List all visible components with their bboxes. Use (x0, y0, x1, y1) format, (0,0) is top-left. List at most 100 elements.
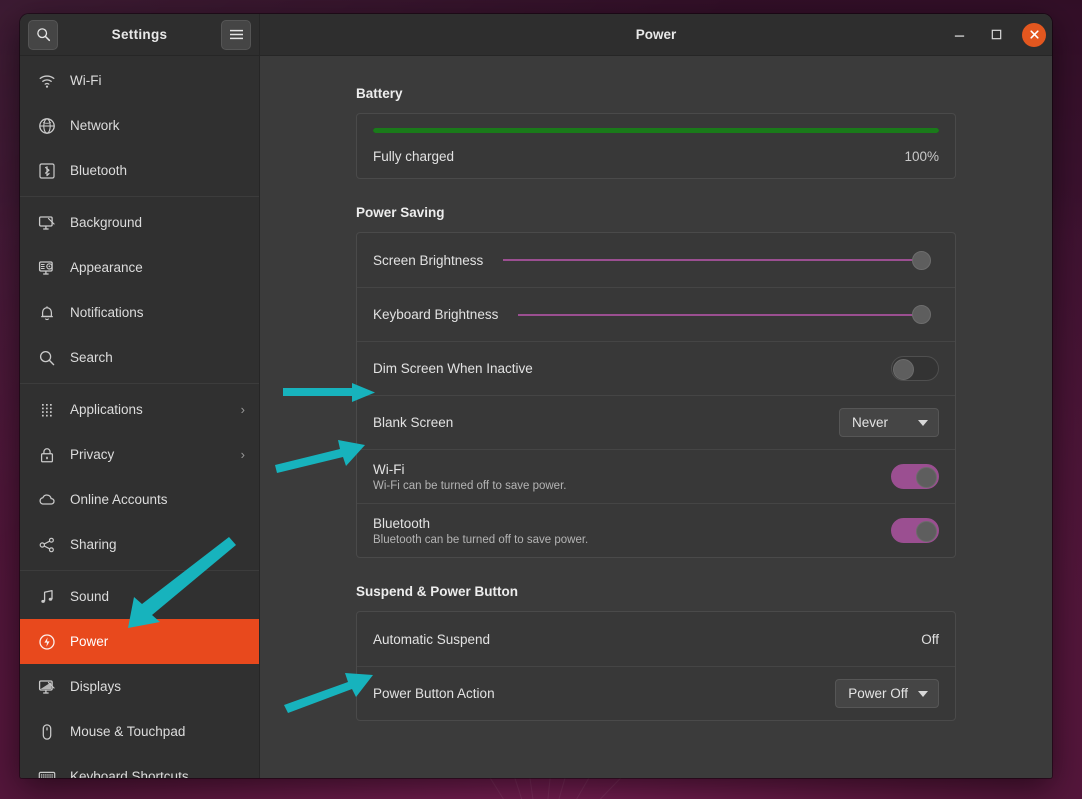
screen-brightness-slider[interactable] (503, 248, 931, 272)
sidebar-item-keyboard-shortcuts[interactable]: Keyboard Shortcuts (20, 754, 259, 778)
share-icon (38, 536, 56, 554)
wifi-icon (38, 72, 56, 90)
sidebar-item-label: Search (70, 350, 245, 365)
sidebar-item-wi-fi[interactable]: Wi-Fi (20, 58, 259, 103)
sidebar-item-power[interactable]: Power (20, 619, 259, 664)
row-dim-screen: Dim Screen When Inactive (357, 341, 955, 395)
mouse-icon (38, 723, 56, 741)
blank-screen-value: Never (852, 415, 888, 430)
slider-handle[interactable] (912, 251, 931, 270)
sidebar-item-label: Keyboard Shortcuts (70, 769, 245, 778)
minimize-button[interactable] (948, 24, 970, 46)
sidebar-item-sharing[interactable]: Sharing (20, 522, 259, 567)
sidebar-item-sound[interactable]: Sound (20, 574, 259, 619)
sidebar-separator (20, 196, 259, 197)
grid-icon (38, 401, 56, 419)
search-icon (38, 349, 56, 367)
search-icon (36, 27, 51, 42)
bluetooth-icon (38, 162, 56, 180)
suspend-card: Automatic Suspend Off Power Button Actio… (356, 611, 956, 721)
toggle-knob (916, 467, 937, 488)
bluetooth-toggle[interactable] (891, 518, 939, 543)
menu-button[interactable] (221, 20, 251, 50)
bell-icon (38, 304, 56, 322)
bluetooth-icon (38, 162, 56, 180)
sidebar-item-appearance[interactable]: Appearance (20, 245, 259, 290)
window-controls (948, 23, 1046, 47)
power-button-action-value: Power Off (848, 686, 908, 701)
row-bluetooth: Bluetooth Bluetooth can be turned off to… (357, 503, 955, 557)
row-power-button-action: Power Button Action Power Off (357, 666, 955, 720)
sidebar-item-label: Background (70, 215, 245, 230)
power-saving-section-title: Power Saving (356, 205, 956, 220)
sidebar-item-label: Sound (70, 589, 245, 604)
sidebar-separator (20, 383, 259, 384)
sidebar-item-applications[interactable]: Applications› (20, 387, 259, 432)
screen-brightness-label: Screen Brightness (373, 253, 483, 268)
lock-icon (38, 446, 56, 464)
sidebar-item-privacy[interactable]: Privacy› (20, 432, 259, 477)
sidebar-item-label: Bluetooth (70, 163, 245, 178)
sidebar-separator (20, 570, 259, 571)
blank-screen-dropdown[interactable]: Never (839, 408, 939, 437)
power-icon (38, 633, 56, 651)
automatic-suspend-value: Off (921, 632, 939, 647)
slider-track (503, 259, 915, 261)
sidebar-item-online-accounts[interactable]: Online Accounts (20, 477, 259, 522)
close-button[interactable] (1022, 23, 1046, 47)
sidebar-item-background[interactable]: Background (20, 200, 259, 245)
display-icon (38, 678, 56, 696)
sidebar-item-label: Power (70, 634, 245, 649)
toggle-knob (893, 359, 914, 380)
display-icon (38, 678, 56, 696)
row-automatic-suspend[interactable]: Automatic Suspend Off (357, 612, 955, 666)
chevron-down-icon (918, 420, 928, 426)
bluetooth-label: Bluetooth (373, 516, 588, 531)
search-button[interactable] (28, 20, 58, 50)
chevron-right-icon: › (241, 447, 245, 462)
cloud-icon (38, 491, 56, 509)
sidebar-item-notifications[interactable]: Notifications (20, 290, 259, 335)
sidebar-item-label: Mouse & Touchpad (70, 724, 245, 739)
appearance-icon (38, 259, 56, 277)
automatic-suspend-label: Automatic Suspend (373, 632, 490, 647)
sidebar-item-displays[interactable]: Displays (20, 664, 259, 709)
battery-level-fill (373, 128, 939, 133)
keyboard-icon (38, 768, 56, 779)
maximize-icon (990, 28, 1003, 41)
share-icon (38, 536, 56, 554)
dim-screen-label: Dim Screen When Inactive (373, 361, 533, 376)
row-keyboard-brightness: Keyboard Brightness (357, 287, 955, 341)
appearance-icon (38, 259, 56, 277)
sidebar-item-label: Sharing (70, 537, 245, 552)
network-icon (38, 117, 56, 135)
background-icon (38, 214, 56, 232)
power-settings-panel: Battery Fully charged 100% Power Saving (260, 56, 1052, 778)
wifi-description: Wi-Fi can be turned off to save power. (373, 480, 566, 492)
power-button-action-dropdown[interactable]: Power Off (835, 679, 939, 708)
bluetooth-text-group: Bluetooth Bluetooth can be turned off to… (373, 516, 588, 546)
wifi-text-group: Wi-Fi Wi-Fi can be turned off to save po… (373, 462, 566, 492)
sidebar-item-label: Network (70, 118, 245, 133)
slider-track (518, 314, 915, 316)
chevron-down-icon (918, 691, 928, 697)
keyboard-brightness-label: Keyboard Brightness (373, 307, 498, 322)
sidebar-item-mouse-touchpad[interactable]: Mouse & Touchpad (20, 709, 259, 754)
battery-level-bar (373, 128, 939, 133)
sidebar-item-bluetooth[interactable]: Bluetooth (20, 148, 259, 193)
dim-screen-toggle[interactable] (891, 356, 939, 381)
settings-window: Settings Power (20, 14, 1052, 778)
maximize-button[interactable] (985, 24, 1007, 46)
sidebar-item-search[interactable]: Search (20, 335, 259, 380)
sidebar-item-network[interactable]: Network (20, 103, 259, 148)
window-body: Wi-Fi Network Bluetooth Background Appearanc… (20, 56, 1052, 778)
desktop-background: Settings Power (0, 0, 1082, 799)
keyboard-brightness-slider[interactable] (518, 303, 931, 327)
wifi-toggle[interactable] (891, 464, 939, 489)
network-icon (38, 117, 56, 135)
close-icon (1029, 29, 1040, 40)
slider-handle[interactable] (912, 305, 931, 324)
wifi-icon (38, 72, 56, 90)
cloud-icon (38, 491, 56, 509)
battery-percent-label: 100% (904, 149, 939, 164)
